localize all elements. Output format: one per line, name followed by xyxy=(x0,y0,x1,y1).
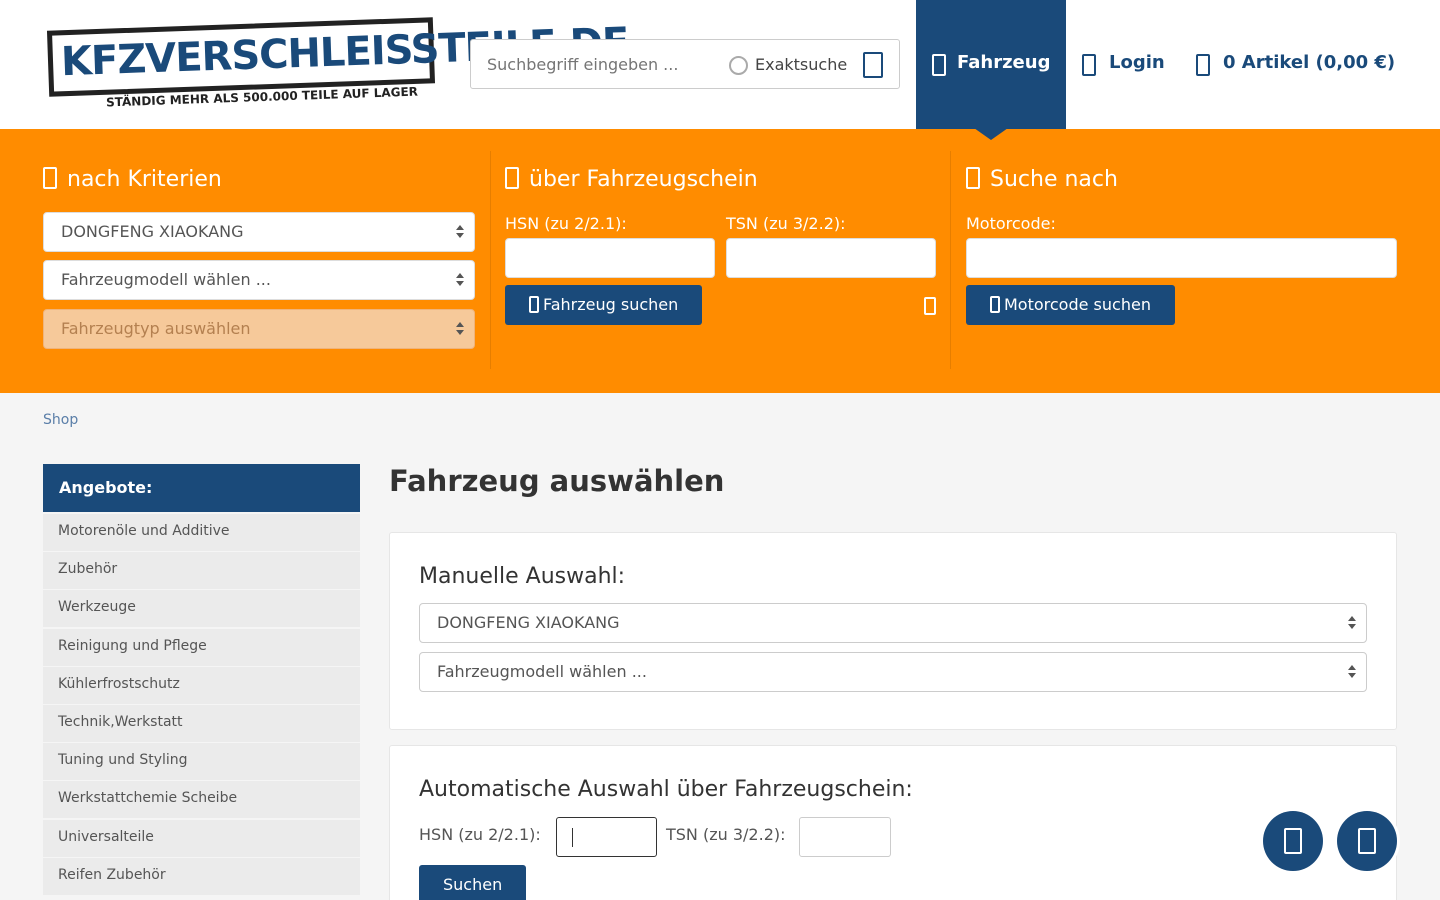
nav-cart-label: 0 Artikel (0,00 €) xyxy=(1223,52,1396,73)
exakt-radio[interactable] xyxy=(729,56,748,75)
sidebar-item-werkstattchemie[interactable]: Werkstattchemie Scheibe xyxy=(43,781,360,819)
sidebar-heading: Angebote: xyxy=(43,464,360,512)
motorcode-title-text: Suche nach xyxy=(990,167,1118,192)
auto-hsn-input[interactable] xyxy=(556,817,657,857)
criteria-title-text: nach Kriterien xyxy=(67,167,222,192)
help-icon[interactable] xyxy=(924,297,936,315)
sidebar-item-kuehlerfrostschutz[interactable]: Kühlerfrostschutz xyxy=(43,666,360,704)
hsn-input[interactable] xyxy=(505,238,715,278)
vehicle-search-band: nach Kriterien DONGFENG XIAOKANG Fahrzeu… xyxy=(0,129,1440,393)
search-input[interactable] xyxy=(487,55,707,74)
exakt-label[interactable]: Exaktsuche xyxy=(755,55,847,74)
tsn-label: TSN (zu 3/2.2): xyxy=(726,214,846,233)
text-cursor xyxy=(572,828,573,847)
vehicle-search-button[interactable]: Fahrzeug suchen xyxy=(505,285,703,325)
search-icon xyxy=(529,296,539,313)
search-bar: Exaktsuche xyxy=(470,39,900,89)
breadcrumb-shop[interactable]: Shop xyxy=(43,412,78,428)
manual-model-value: Fahrzeugmodell wählen ... xyxy=(437,662,647,681)
scroll-top-icon xyxy=(1358,828,1376,854)
registration-title-text: über Fahrzeugschein xyxy=(529,167,758,192)
document-icon xyxy=(505,167,519,189)
criteria-title: nach Kriterien xyxy=(43,167,222,192)
filter-icon xyxy=(43,167,57,189)
motorcode-input[interactable] xyxy=(966,238,1397,278)
motorcode-search-button[interactable]: Motorcode suchen xyxy=(966,285,1175,325)
registration-title: über Fahrzeugschein xyxy=(505,167,758,192)
search-icon[interactable] xyxy=(863,52,883,78)
vehicle-search-button-label: Fahrzeug suchen xyxy=(543,295,679,314)
sidebar-item-technik[interactable]: Technik,Werkstatt xyxy=(43,704,360,742)
sidebar-item-motorenoele[interactable]: Motorenöle und Additive xyxy=(43,514,360,551)
search-icon xyxy=(990,296,1000,313)
manual-model-select[interactable]: Fahrzeugmodell wählen ... xyxy=(419,652,1367,692)
column-divider xyxy=(950,151,951,369)
auto-search-button[interactable]: Suchen xyxy=(419,865,527,900)
nav-fahrzeug[interactable]: Fahrzeug xyxy=(916,0,1066,129)
auto-selection-panel: Automatische Auswahl über Fahrzeugschein… xyxy=(389,745,1397,900)
auto-tsn-input[interactable] xyxy=(799,817,891,857)
sidebar-item-zubehoer[interactable]: Zubehör xyxy=(43,552,360,590)
manual-selection-panel: Manuelle Auswahl: DONGFENG XIAOKANG Fahr… xyxy=(389,532,1397,730)
brand-select[interactable]: DONGFENG XIAOKANG xyxy=(43,212,475,252)
sidebar-item-tuning[interactable]: Tuning und Styling xyxy=(43,743,360,781)
model-select[interactable]: Fahrzeugmodell wählen ... xyxy=(43,260,475,300)
nav-login-label: Login xyxy=(1109,52,1165,73)
type-select[interactable]: Fahrzeugtyp auswählen xyxy=(43,309,475,349)
scroll-top-button[interactable] xyxy=(1337,811,1397,871)
column-divider xyxy=(490,151,491,369)
user-icon xyxy=(1082,54,1096,76)
brand-select-value: DONGFENG XIAOKANG xyxy=(61,222,244,241)
car-icon xyxy=(932,54,946,76)
motorcode-search-button-label: Motorcode suchen xyxy=(1004,295,1151,314)
sidebar-item-universalteile[interactable]: Universalteile xyxy=(43,819,360,857)
manual-selection-title: Manuelle Auswahl: xyxy=(419,564,626,589)
auto-selection-title: Automatische Auswahl über Fahrzeugschein… xyxy=(419,777,913,802)
page-title: Fahrzeug auswählen xyxy=(389,464,725,498)
nav-fahrzeug-label: Fahrzeug xyxy=(957,52,1051,73)
cart-icon xyxy=(1196,54,1210,76)
sidebar-item-reifen[interactable]: Reifen Zubehör xyxy=(43,857,360,895)
logo-frame: KFZVERSCHLEISSTEILE.DE xyxy=(46,17,629,97)
sidebar-list: Motorenöle und Additive Zubehör Werkzeug… xyxy=(43,514,360,896)
motorcode-label: Motorcode: xyxy=(966,214,1056,233)
sidebar-item-reinigung[interactable]: Reinigung und Pflege xyxy=(43,628,360,666)
motorcode-title: Suche nach xyxy=(966,167,1118,192)
hsn-label: HSN (zu 2/2.1): xyxy=(505,214,627,233)
engine-icon xyxy=(966,167,980,189)
model-select-value: Fahrzeugmodell wählen ... xyxy=(61,270,271,289)
chat-icon xyxy=(1284,828,1302,854)
manual-brand-value: DONGFENG XIAOKANG xyxy=(437,613,620,632)
site-logo[interactable]: KFZVERSCHLEISSTEILE.DE STÄNDIG MEHR ALS … xyxy=(46,17,629,113)
manual-brand-select[interactable]: DONGFENG XIAOKANG xyxy=(419,603,1367,643)
nav-active-arrow xyxy=(974,128,1008,140)
auto-hsn-label: HSN (zu 2/2.1): xyxy=(419,825,541,844)
type-select-value: Fahrzeugtyp auswählen xyxy=(61,319,251,338)
sidebar-item-werkzeuge[interactable]: Werkzeuge xyxy=(43,590,360,628)
chat-button[interactable] xyxy=(1263,811,1323,871)
site-header: KFZVERSCHLEISSTEILE.DE STÄNDIG MEHR ALS … xyxy=(0,0,1440,129)
tsn-input[interactable] xyxy=(726,238,936,278)
auto-tsn-label: TSN (zu 3/2.2): xyxy=(666,825,786,844)
